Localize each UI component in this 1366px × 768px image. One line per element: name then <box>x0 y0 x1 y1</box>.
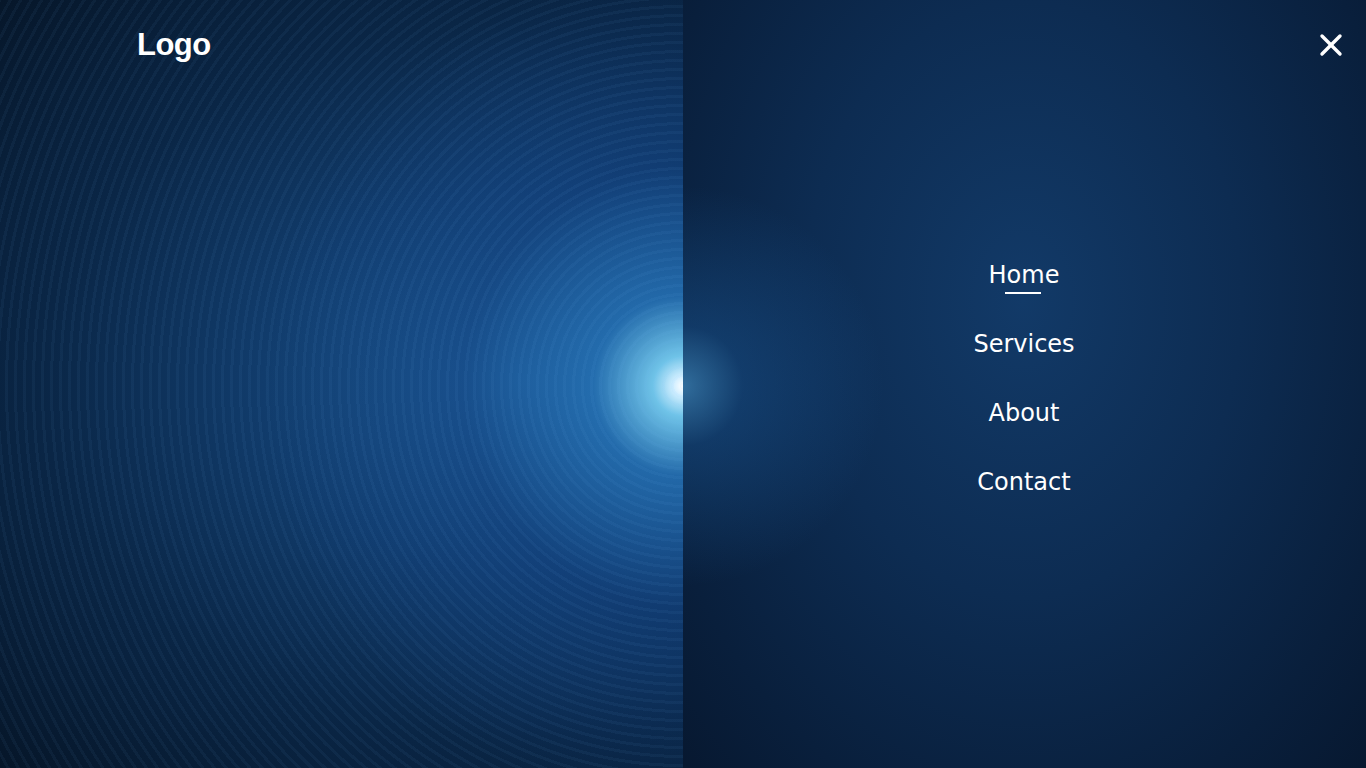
nav-item[interactable]: Contact <box>977 466 1070 510</box>
nav-label[interactable]: Contact <box>977 466 1070 498</box>
close-icon[interactable] <box>1319 33 1343 57</box>
nav-item[interactable]: Home <box>989 259 1060 303</box>
logo[interactable]: Logo <box>137 27 683 63</box>
nav-item[interactable]: About <box>989 397 1060 441</box>
nav-item[interactable]: Services <box>973 328 1074 372</box>
active-underline <box>1005 292 1041 294</box>
nav-label[interactable]: Services <box>973 328 1074 360</box>
menu-overlay: Home Services About Contact <box>683 0 1366 768</box>
nav-label[interactable]: Home <box>989 259 1060 291</box>
main-nav: Home Services About Contact <box>973 259 1074 510</box>
background-video-left: Logo <box>0 0 683 768</box>
nav-label[interactable]: About <box>989 397 1060 429</box>
